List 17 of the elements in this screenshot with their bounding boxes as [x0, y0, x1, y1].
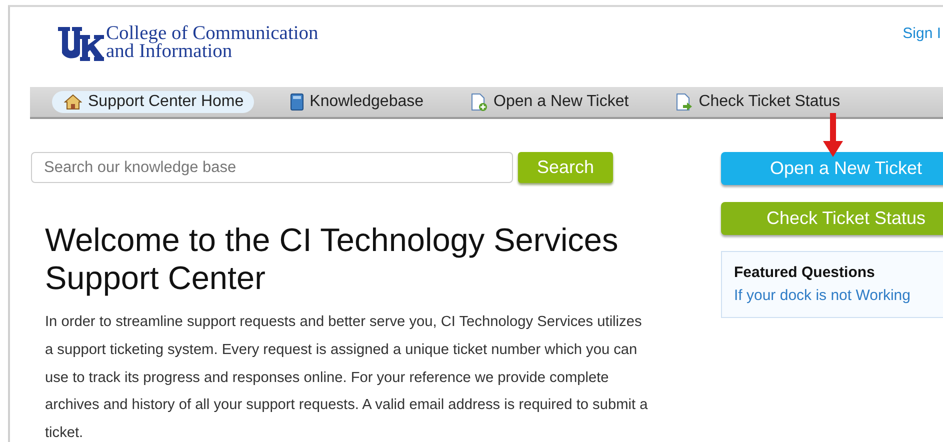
document-arrow-icon	[674, 92, 693, 112]
nav-tab[interactable]: Knowledgebase	[278, 91, 434, 113]
nav-tab[interactable]: Support Center Home	[52, 91, 254, 113]
nav-tab[interactable]: Open a New Ticket	[458, 90, 639, 114]
sign-in-link[interactable]: Sign I	[902, 25, 941, 87]
book-icon	[290, 93, 304, 111]
featured-link[interactable]: If your dock is not Working	[734, 287, 943, 304]
logo-text[interactable]: College of Communication and Information	[106, 25, 318, 61]
down-arrow-icon	[822, 113, 844, 157]
document-plus-icon	[470, 92, 488, 112]
nav-tab[interactable]: Check Ticket Status	[662, 90, 850, 114]
intro-paragraph: In order to streamline support requests and better serve you, CI Technology Services utilizes a support ticketing system. Every request is assigned a unique ticket number which you can use to track its progress and responses online. For your reference we provide complete archives and history of all your support requests. A valid email address is required to submit a ticket.	[45, 313, 649, 442]
page-title: Welcome to the CI Technology Services Support Center	[45, 221, 620, 297]
featured-title: Featured Questions	[734, 264, 876, 281]
logo-icon	[58, 27, 104, 61]
house-icon	[64, 94, 82, 110]
search-field[interactable]: Search our knowledge base	[31, 152, 513, 183]
